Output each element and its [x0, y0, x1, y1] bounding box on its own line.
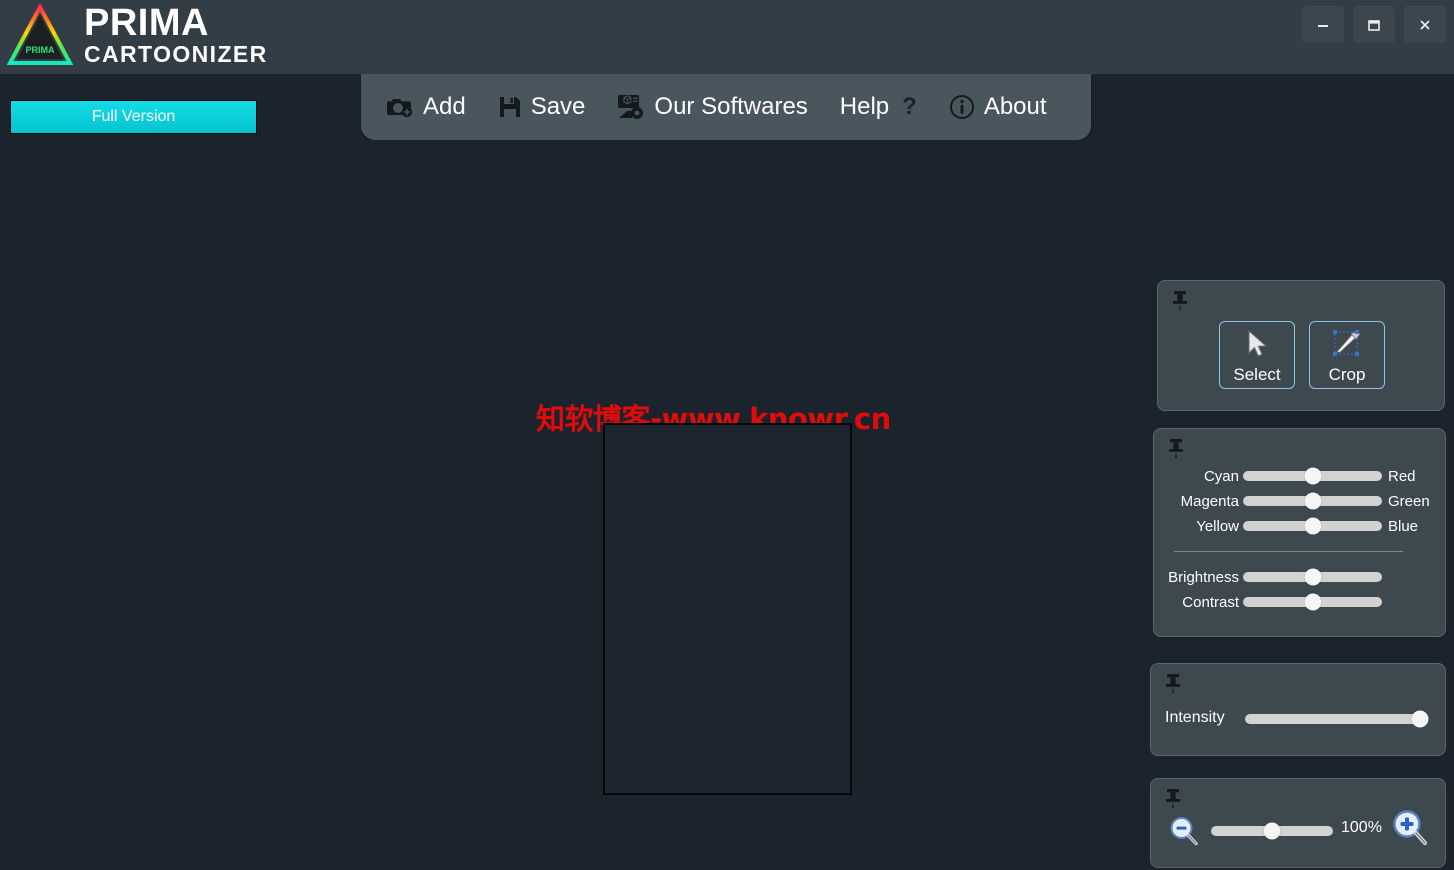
intensity-label: Intensity [1165, 709, 1225, 726]
panel-divider [1174, 551, 1403, 552]
tools-panel: Select Crop [1157, 280, 1445, 411]
crop-tool-button[interactable]: Crop [1309, 321, 1385, 389]
slider-cyan-red[interactable] [1243, 467, 1382, 485]
menu-item-about[interactable]: About [949, 93, 1047, 121]
color-row-magenta-green: Magenta Green [1154, 492, 1447, 510]
menu-label-our-softwares: Our Softwares [654, 93, 808, 120]
slider-thumb-yellow-blue[interactable] [1304, 517, 1321, 535]
slider-magenta-green[interactable] [1243, 492, 1382, 510]
label-magenta: Magenta [1180, 492, 1239, 510]
magnifier-plus-icon[interactable] [1391, 809, 1429, 847]
slider-thumb-brightness[interactable] [1304, 568, 1321, 586]
menu-item-our-softwares[interactable]: Our Softwares [617, 93, 808, 121]
label-yellow: Yellow [1196, 517, 1239, 535]
floppy-disk-icon [498, 95, 522, 119]
magnifier-minus-icon[interactable] [1169, 816, 1199, 846]
close-button[interactable] [1404, 6, 1446, 43]
menu-label-help: Help [839, 93, 890, 120]
logo-inner-text: PRIMA [26, 45, 56, 55]
title-bar: PRIMA PRIMA CARTOONIZER [0, 0, 1454, 74]
menu-item-help[interactable]: Help ? [840, 93, 917, 121]
maximize-button[interactable] [1353, 6, 1395, 43]
crop-tool-label: Crop [1328, 365, 1366, 385]
full-version-button[interactable]: Full Version [10, 100, 257, 134]
label-cyan: Cyan [1203, 467, 1239, 485]
cursor-arrow-icon [1242, 322, 1272, 366]
camera-add-icon [385, 95, 414, 119]
label-red: Red [1388, 467, 1416, 485]
slider-thumb-intensity[interactable] [1411, 710, 1429, 728]
pushpin-icon[interactable] [1170, 289, 1190, 311]
prima-triangle-logo-icon: PRIMA [6, 3, 74, 69]
color-row-cyan-red: Cyan Red [1154, 467, 1447, 485]
main-toolbar: Add Save Our Softwares Help ? About [361, 74, 1091, 140]
slider-thumb-magenta-green[interactable] [1304, 492, 1321, 510]
image-canvas[interactable]: 知软博客-www.knowr.cn [0, 140, 1145, 870]
pushpin-icon[interactable] [1166, 437, 1186, 459]
pushpin-icon[interactable] [1163, 672, 1183, 694]
app-logo: PRIMA PRIMA CARTOONIZER [6, 3, 268, 69]
zoom-panel: 100% [1150, 778, 1446, 868]
color-row-brightness: Brightness [1154, 568, 1447, 586]
color-adjust-panel: Cyan Red Magenta Green Yellow Blue Brigh… [1153, 428, 1446, 637]
select-tool-label: Select [1233, 365, 1281, 385]
menu-label-save: Save [530, 93, 586, 120]
info-circle-icon [949, 94, 975, 120]
slider-thumb-contrast[interactable] [1304, 593, 1321, 611]
label-green: Green [1388, 492, 1430, 510]
color-row-yellow-blue: Yellow Blue [1154, 517, 1447, 535]
slider-thumb-cyan-red[interactable] [1304, 467, 1321, 485]
slider-intensity[interactable] [1245, 710, 1429, 728]
menu-label-about: About [983, 93, 1047, 120]
slider-contrast[interactable] [1243, 593, 1382, 611]
menu-label-add: Add [423, 93, 466, 120]
color-row-contrast: Contrast [1154, 593, 1447, 611]
window-controls [1302, 6, 1446, 43]
brand-name-primary: PRIMA [84, 2, 209, 44]
menu-item-add[interactable]: Add [385, 93, 466, 121]
label-contrast: Contrast [1182, 593, 1239, 611]
slider-zoom[interactable] [1211, 822, 1333, 840]
slider-brightness[interactable] [1243, 568, 1382, 586]
minimize-button[interactable] [1302, 6, 1344, 43]
brand-name-secondary: CARTOONIZER [84, 41, 268, 67]
image-placeholder-frame[interactable] [603, 423, 852, 795]
crop-pen-icon [1331, 322, 1363, 366]
menu-item-save[interactable]: Save [498, 93, 586, 121]
question-mark-icon: ? [902, 93, 917, 120]
label-blue: Blue [1388, 517, 1419, 535]
select-tool-button[interactable]: Select [1219, 321, 1295, 389]
slider-thumb-zoom[interactable] [1263, 822, 1281, 840]
software-box-icon [617, 94, 645, 120]
slider-yellow-blue[interactable] [1243, 517, 1382, 535]
label-brightness: Brightness [1168, 568, 1239, 586]
zoom-percent-label: 100% [1341, 819, 1382, 836]
intensity-panel: Intensity [1150, 663, 1446, 756]
pushpin-icon[interactable] [1163, 787, 1183, 809]
app-window: PRIMA PRIMA CARTOONIZER Full Version Add… [0, 0, 1454, 870]
